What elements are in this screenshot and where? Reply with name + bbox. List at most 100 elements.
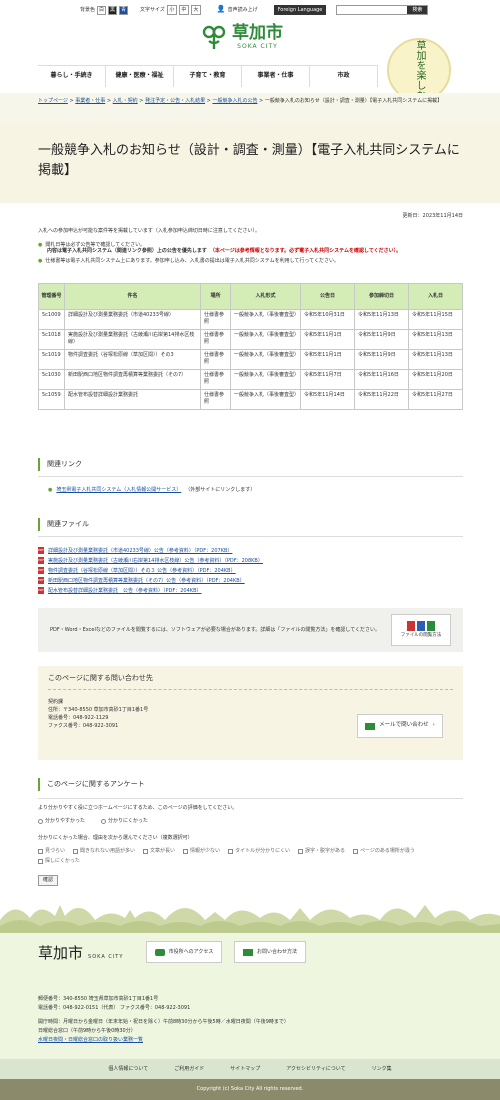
table-cell: 令和5年11月16日	[354, 369, 409, 390]
breadcrumb-link[interactable]: 事業者・仕事	[75, 98, 105, 104]
external-note: （外部サイトにリンクします）	[185, 487, 256, 494]
footer-info: 郵便番号：340-8550 埼玉県草加市高砂1丁目1番1号 電話番号：048-9…	[38, 996, 289, 1043]
file-link[interactable]: 配水管布設替詳細設計業務委託 公告（参考資料）（PDF：204KB）	[48, 588, 202, 595]
mail-contact-button[interactable]: メールで問い合わせ ›	[357, 714, 443, 738]
table-cell: 仕様書参照	[200, 349, 231, 370]
breadcrumb-link[interactable]: 入札・契約	[113, 98, 138, 104]
breadcrumb-link[interactable]: トップページ	[38, 98, 68, 104]
search-box: 検索	[336, 5, 429, 15]
checkbox-icon	[38, 848, 43, 854]
footer-link-accessibility[interactable]: アクセシビリティについて	[286, 1066, 345, 1073]
col-header: 公告日	[300, 283, 355, 310]
footer-logo: 草加市 SOKA CITY	[38, 944, 124, 962]
breadcrumb-link[interactable]: 発注予定・公告・入札結果	[145, 98, 205, 104]
reason-checkbox[interactable]: 探しにくかった	[38, 858, 80, 865]
mail-icon	[242, 948, 253, 956]
bg-black-button[interactable]: 黒	[108, 5, 118, 15]
search-button[interactable]: 検索	[407, 6, 428, 14]
reason-checkbox[interactable]: 誤字・脱字がある	[297, 848, 345, 855]
footer-link-privacy[interactable]: 個人情報について	[108, 1066, 148, 1073]
table-cell: 一般競争入札（事後審査型）	[230, 369, 301, 390]
file-link[interactable]: 実施設計及び測量業務委託（古綾瀬川右岸第14排水区枝線）公告（参考資料）（PDF…	[48, 558, 263, 565]
reason-checkbox[interactable]: 情報が少ない	[183, 848, 220, 855]
table-cell: 令和5年11月1日	[300, 329, 355, 350]
survey-q1: より分かりやすく役に立つホームページにするため、このページの評価をしてください。	[38, 805, 238, 812]
nav-item-business[interactable]: 事業者・仕事	[242, 66, 310, 87]
city-skyline-illustration	[0, 905, 500, 935]
file-item: PDF 物件調査委託（谷塚松原線（草加区間））その３ 公告（参考資料）（PDF：2…	[38, 567, 463, 575]
footer-link-sitemap[interactable]: サイトマップ	[230, 1066, 260, 1073]
foreign-language-button[interactable]: Foreign Language	[273, 4, 327, 16]
reason-checkbox[interactable]: 文章が長い	[143, 848, 175, 855]
reason-checkbox[interactable]: タイトルが分かりにくい	[228, 848, 290, 855]
intro-text: 入札への参加申込が可能な案件等を掲載しています（入札参加申込締切日時に注意してく…	[38, 227, 261, 234]
table-cell: 物件調査委託（谷塚松原線（草加区間））その3	[64, 349, 201, 370]
radio-easy[interactable]: 分かりやすかった	[38, 818, 85, 825]
notes-list: ● 閲札日等は必ず公告等で確認してください。 内容は電子入札共同システム（関連リン…	[38, 242, 463, 265]
survey-q2: 分かりにくかった場合、理由を次から選んでください（複数選択可）	[38, 834, 193, 841]
file-viewer-button[interactable]: ファイルの閲覧方法	[391, 614, 451, 646]
speaker-icon: 👤	[216, 5, 226, 14]
table-cell: 仕様書参照	[200, 309, 231, 330]
footer-link-links[interactable]: リンク集	[372, 1066, 392, 1073]
site-logo[interactable]: 草加市 SOKA CITY	[200, 23, 283, 51]
bg-blue-button[interactable]: 青	[119, 5, 129, 15]
reason-checkbox[interactable]: 見づらい	[38, 848, 65, 855]
read-aloud-button[interactable]: 👤 音声読み上げ	[217, 5, 258, 14]
contact-box: このページに関する問い合わせ先 契約課 住所：〒340-8550 草加市高砂1丁…	[38, 666, 463, 760]
bid-table-wrapper: 管理番号 件名 場所 入札形式 公告日 参加締切日 入札日 5c1009 詳細設計…	[38, 283, 463, 410]
nav-item-health[interactable]: 健康・医療・福祉	[106, 66, 174, 87]
nav-item-living[interactable]: 暮らし・手続き	[38, 66, 106, 87]
access-button[interactable]: 市役所へのアクセス	[146, 941, 222, 963]
table-cell: 令和5年11月22日	[354, 389, 409, 410]
related-link[interactable]: 埼玉県電子入札共同システム（入札情報公開サービス）	[56, 487, 181, 494]
file-link[interactable]: 物件調査委託（谷塚松原線（草加区間））その３ 公告（参考資料）（PDF：204K…	[48, 568, 236, 575]
hours-link[interactable]: 水曜日夜間・日曜総合窓口の取り扱い業務一覧	[38, 1037, 143, 1043]
viewer-note-box: PDF・Word・Excelなどのファイルを閲覧するには、ソフトウェアが必要な場…	[38, 608, 463, 652]
table-cell: 5c1009	[38, 309, 65, 330]
color-label: 背景色	[80, 6, 96, 13]
table-cell: 詳細設計及び測量業務委託（市道40233号線）	[64, 309, 201, 330]
checkbox-icon	[352, 848, 358, 854]
col-header: 入札日	[408, 283, 463, 310]
nav-item-childcare[interactable]: 子育て・教育	[174, 66, 242, 87]
bullet-icon: ●	[38, 241, 43, 248]
table-cell: 一般競争入札（事後審査型）	[230, 349, 301, 370]
survey-submit-button[interactable]: 確認	[38, 875, 59, 886]
reason-checkbox[interactable]: ページのある場所が違う	[352, 848, 415, 855]
file-link[interactable]: 新田駅西口地区物件調査再積算等業務委託（その7）公告（参考資料）（PDF：204…	[48, 578, 245, 585]
search-input[interactable]	[337, 6, 408, 14]
table-cell: 仕様書参照	[200, 389, 231, 410]
footer-link-guide[interactable]: ご利用ガイド	[174, 1066, 204, 1073]
table-cell: 5c1059	[38, 389, 65, 410]
text-size-label: 文字サイズ	[140, 6, 165, 13]
breadcrumb-link[interactable]: 一般競争入札の公告	[212, 98, 257, 104]
pdf-icon: PDF	[38, 557, 44, 565]
file-item: PDF 配水管布設替詳細設計業務委託 公告（参考資料）（PDF：204KB）	[38, 587, 463, 595]
text-large-button[interactable]: 大	[190, 5, 201, 15]
related-links-heading: 関連リンク	[38, 458, 463, 472]
table-cell: 令和5年11月7日	[300, 369, 355, 390]
bg-white-button[interactable]: 白	[97, 5, 107, 15]
checkbox-icon	[38, 859, 43, 865]
nav-item-cityhall[interactable]: 市政	[310, 66, 378, 87]
related-files-heading: 関連ファイル	[38, 518, 463, 532]
radio-hard[interactable]: 分かりにくかった	[101, 818, 148, 825]
file-type-icons	[407, 620, 435, 631]
bullet-icon: ●	[48, 487, 53, 494]
checkbox-icon	[73, 848, 79, 854]
text-small-button[interactable]: 小	[166, 5, 177, 15]
table-cell: 5c1030	[38, 369, 65, 390]
checkbox-icon	[297, 848, 303, 854]
table-cell: 令和5年11月20日	[408, 369, 463, 390]
note-item: 内容は電子入札共同システム（関連リンク参照）上の公告を優先します （本ページは参考…	[47, 248, 402, 255]
text-medium-button[interactable]: 中	[178, 5, 189, 15]
reason-list: 見づらい 聞きなれない用語が多い 文章が長い 情報が少ない タイトルが分かりにく…	[38, 848, 463, 866]
footer-nav: 個人情報について ご利用ガイド サイトマップ アクセシビリティについて リンク集	[0, 1059, 500, 1079]
file-link[interactable]: 詳細設計及び測量業務委託（市道40233号線）公告（参考資料）（PDF：207K…	[48, 548, 232, 555]
pdf-icon: PDF	[38, 577, 44, 585]
table-cell: 令和5年11月9日	[354, 329, 409, 350]
contact-method-button[interactable]: お問い合わせ方法	[234, 941, 306, 963]
reason-checkbox[interactable]: 聞きなれない用語が多い	[73, 848, 135, 855]
pdf-icon: PDF	[38, 547, 44, 555]
